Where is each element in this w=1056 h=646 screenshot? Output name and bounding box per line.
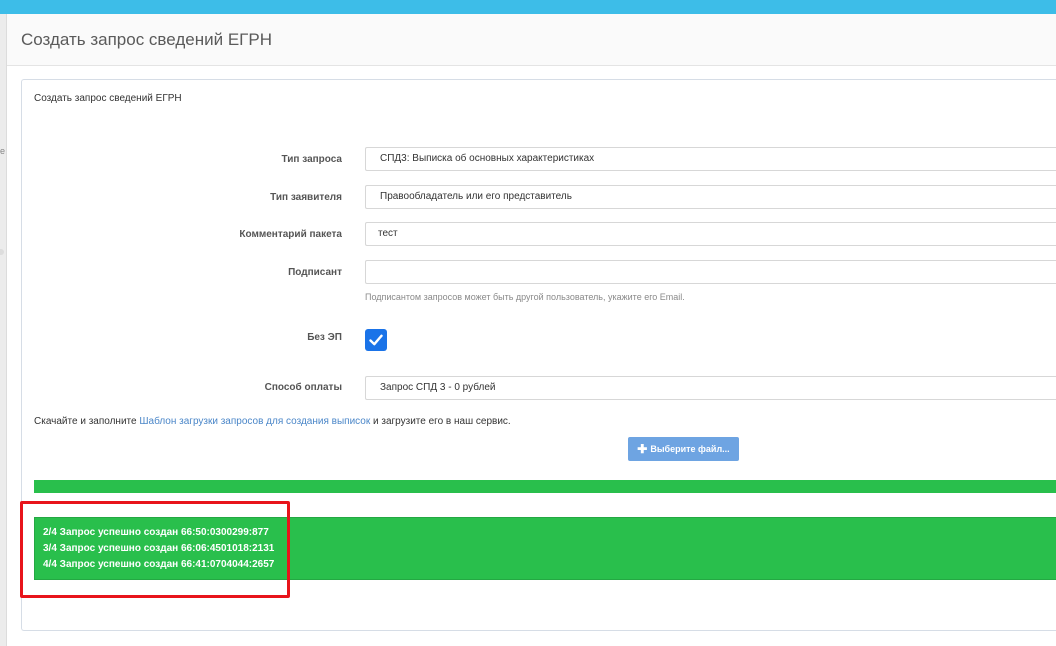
no-ep-checkbox[interactable] — [365, 329, 387, 351]
checkmark-icon — [369, 334, 383, 346]
top-bar — [0, 0, 1056, 14]
red-highlight-annotation — [20, 501, 290, 598]
plus-icon: ✚ — [637, 442, 648, 456]
choose-file-label: Выберите файл... — [650, 444, 730, 454]
template-download-link[interactable]: Шаблон загрузки запросов для создания вы… — [139, 416, 370, 427]
upload-progress-fill — [34, 480, 1056, 493]
signer-help-text: Подписантом запросов может быть другой п… — [365, 292, 685, 302]
choose-file-button[interactable]: ✚ Выберите файл... — [628, 437, 739, 461]
payment-method-select[interactable]: Запрос СПД 3 - 0 рублей — [365, 376, 1056, 400]
request-type-select[interactable]: СПД3: Выписка об основных характеристика… — [365, 147, 1056, 171]
left-sidebar-edge: e — [0, 14, 7, 646]
upload-progress-bar — [34, 480, 1056, 493]
template-text-after: и загрузите его в наш сервис. — [370, 416, 511, 427]
request-type-label: Тип запроса — [281, 154, 342, 165]
template-instructions: Скачайте и заполните Шаблон загрузки зап… — [34, 416, 511, 427]
page-header: Создать запрос сведений ЕГРН — [7, 14, 1056, 66]
card-heading: Создать запрос сведений ЕГРН — [34, 93, 182, 104]
applicant-type-select[interactable]: Правообладатель или его представитель — [365, 185, 1056, 209]
signer-label: Подписант — [288, 267, 342, 278]
payment-method-label: Способ оплаты — [264, 382, 342, 393]
no-ep-label: Без ЭП — [307, 332, 342, 343]
package-comment-label: Комментарий пакета — [239, 229, 342, 240]
template-text-before: Скачайте и заполните — [34, 416, 140, 427]
package-comment-input[interactable]: тест — [365, 222, 1056, 246]
applicant-type-label: Тип заявителя — [270, 192, 342, 203]
sidebar-dot — [0, 249, 4, 255]
page-title: Создать запрос сведений ЕГРН — [21, 30, 272, 49]
signer-input[interactable] — [365, 260, 1056, 284]
sidebar-fragment: e — [0, 146, 6, 156]
